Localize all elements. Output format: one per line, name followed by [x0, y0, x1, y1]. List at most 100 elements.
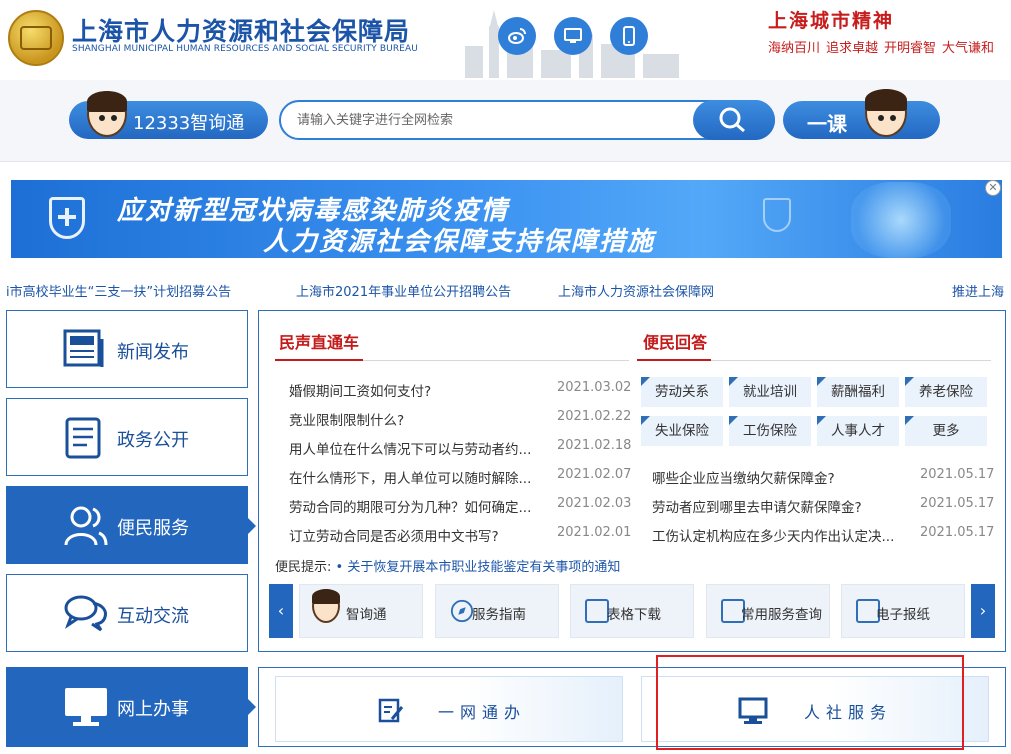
org-name-en: SHANGHAI MUNICIPAL HUMAN RESOURCES AND S… — [72, 44, 418, 54]
service-tip: 便民提示: • 关于恢复开展本市职业技能鉴定有关事项的通知 — [275, 556, 620, 575]
one-course-button[interactable]: 一课 — [783, 89, 940, 139]
weibo-icon[interactable] — [498, 17, 536, 55]
service-label: 常用服务查询 — [741, 607, 822, 623]
service-label: 电子报纸 — [876, 607, 930, 623]
highlight-frame — [656, 655, 964, 750]
nav-label: 网上办事 — [117, 699, 189, 720]
list-item[interactable]: 劳动者应到哪里去申请欠薪保障金? 2021.05.17 — [652, 494, 994, 516]
nav-news-release[interactable]: 新闻发布 — [6, 310, 248, 388]
table-icon — [585, 599, 609, 623]
ticker-item[interactable]: 上海市2021年事业单位公开招聘公告 — [296, 281, 511, 300]
city-spirit-title: 上海城市精神 — [768, 10, 895, 32]
assistant-avatar-icon — [312, 589, 340, 623]
nav-online-service[interactable]: 网上办事 — [6, 667, 256, 747]
nav-government-affairs[interactable]: 政务公开 — [6, 398, 248, 476]
qa-tag[interactable]: 失业保险 — [641, 416, 723, 446]
lungs-illustration — [851, 182, 951, 258]
hotline-label: 12333智询通 — [133, 113, 245, 134]
qa-tag[interactable]: 人事人才 — [817, 416, 899, 446]
search-icon — [719, 107, 745, 133]
ticker-item[interactable]: 推进上海 — [952, 281, 1004, 300]
desktop-icon[interactable] — [554, 17, 592, 55]
course-label: 一课 — [807, 112, 847, 136]
newspaper-icon — [63, 329, 104, 367]
chevron-right-icon: › — [979, 601, 987, 620]
one-network-label: 一网通办 — [438, 703, 527, 722]
spirit-word: 海纳百川 — [768, 41, 821, 56]
epidemic-banner[interactable]: 应对新型冠状病毒感染肺炎疫情 人力资源社会保障支持保障措施 — [11, 180, 1002, 258]
service-panel: 民声直通车 婚假期间工资如何支付? 2021.03.02 竞业限制限制什么? 202… — [258, 310, 1006, 652]
news-title: 婚假期间工资如何支付? — [289, 384, 432, 400]
search-button[interactable] — [693, 100, 775, 140]
list-item[interactable]: 订立劳动合同是否必须用中文书写? 2021.02.01 — [289, 523, 631, 545]
nav-label: 便民服务 — [117, 518, 189, 539]
list-item[interactable]: 劳动合同的期限可分为几种？如何确定... 2021.02.03 — [289, 494, 632, 516]
org-name-cn[interactable]: 上海市人力资源和社会保障局 — [72, 12, 410, 48]
qa-date: 2021.05.17 — [920, 525, 995, 540]
service-card-epaper[interactable]: 电子报纸 — [841, 584, 965, 638]
site-search — [279, 100, 775, 140]
list-item[interactable]: 竞业限制限制什么? 2021.02.22 — [289, 407, 632, 429]
qa-tag[interactable]: 薪酬福利 — [817, 377, 899, 407]
nav-label: 政务公开 — [117, 430, 189, 451]
desktop-icon — [65, 688, 107, 726]
one-network-service-card[interactable]: 一网通办 — [275, 676, 623, 742]
ticker-item[interactable]: 上海市人力资源社会保障网 — [558, 281, 714, 300]
site-header: 上海市人力资源和社会保障局 SHANGHAI MUNICIPAL HUMAN R… — [0, 0, 1011, 80]
qa-section-title[interactable]: 便民回答 — [643, 329, 707, 353]
list-item[interactable]: 在什么情形下，用人单位可以随时解除... 2021.02.07 — [289, 465, 631, 487]
news-date: 2021.02.22 — [557, 409, 632, 424]
ticker-item[interactable]: i市高校毕业生“三支一扶”计划招募公告 — [6, 281, 231, 300]
chat-bubbles-icon — [64, 595, 107, 632]
service-card-query[interactable]: 常用服务查询 — [706, 584, 830, 638]
service-label: 服务指南 — [472, 607, 526, 623]
qa-tag[interactable]: 劳动关系 — [641, 377, 723, 407]
nav-interaction[interactable]: 互动交流 — [6, 574, 248, 652]
section-underline — [637, 359, 711, 361]
qa-tag[interactable]: 就业培训 — [729, 377, 811, 407]
qa-tag-more[interactable]: 更多 — [905, 416, 987, 446]
news-date: 2021.02.03 — [557, 496, 632, 511]
list-item[interactable]: 哪些企业应当缴纳欠薪保障金? 2021.05.17 — [652, 465, 995, 487]
news-title: 竞业限制限制什么? — [289, 413, 405, 429]
bureau-logo-icon[interactable] — [8, 10, 64, 66]
voices-section-title[interactable]: 民声直通车 — [279, 329, 359, 353]
news-title: 用人单位在什么情况下可以与劳动者约... — [289, 442, 532, 458]
news-date: 2021.03.02 — [557, 380, 632, 395]
mobile-icon[interactable] — [610, 17, 648, 55]
carousel-prev-button[interactable]: ‹ — [269, 584, 293, 638]
banner-line-2: 人力资源社会保障支持保障措施 — [263, 227, 656, 257]
carousel-next-button[interactable]: › — [971, 584, 995, 638]
news-date: 2021.02.18 — [557, 438, 632, 453]
section-underline — [275, 359, 363, 361]
news-title: 订立劳动合同是否必须用中文书写? — [289, 529, 499, 545]
medical-shield-icon — [763, 198, 791, 232]
qa-tag[interactable]: 工伤保险 — [729, 416, 811, 446]
nav-public-service[interactable]: 便民服务 — [6, 486, 256, 564]
qa-tag[interactable]: 养老保险 — [905, 377, 987, 407]
service-card-guide[interactable]: 服务指南 — [435, 584, 559, 638]
qa-date: 2021.05.17 — [920, 467, 995, 482]
search-band: 12333智询通 一课 — [0, 80, 1011, 162]
tip-link[interactable]: • 关于恢复开展本市职业技能鉴定有关事项的通知 — [336, 560, 621, 575]
qa-title: 哪些企业应当缴纳欠薪保障金? — [652, 471, 835, 487]
news-title: 在什么情形下，用人单位可以随时解除... — [289, 471, 532, 487]
document-icon — [65, 417, 101, 459]
users-icon — [64, 506, 108, 546]
spirit-word: 追求卓越 — [826, 41, 879, 56]
banner-close-icon[interactable]: ✕ — [985, 180, 1001, 196]
news-ticker: i市高校毕业生“三支一扶”计划招募公告 上海市2021年事业单位公开招聘公告 上… — [0, 279, 1011, 301]
service-card-forms[interactable]: 表格下载 — [570, 584, 694, 638]
tip-label: 便民提示: — [275, 560, 332, 575]
list-item[interactable]: 用人单位在什么情况下可以与劳动者约... 2021.02.18 — [289, 436, 632, 458]
list-item[interactable]: 工伤认定机构应在多少天内作出认定决... 2021.05.17 — [652, 523, 995, 545]
hotline-12333-button[interactable]: 12333智询通 — [69, 91, 268, 139]
qa-title: 工伤认定机构应在多少天内作出认定决... — [652, 529, 895, 545]
search-input[interactable] — [297, 110, 677, 130]
list-item[interactable]: 婚假期间工资如何支付? 2021.03.02 — [289, 378, 632, 400]
spirit-word: 大气谦和 — [942, 41, 995, 56]
service-card-assistant[interactable]: 智询通 — [299, 584, 423, 638]
assistant-avatar-icon — [87, 91, 127, 137]
service-label: 智询通 — [346, 607, 387, 623]
spirit-word: 开明睿智 — [884, 41, 937, 56]
